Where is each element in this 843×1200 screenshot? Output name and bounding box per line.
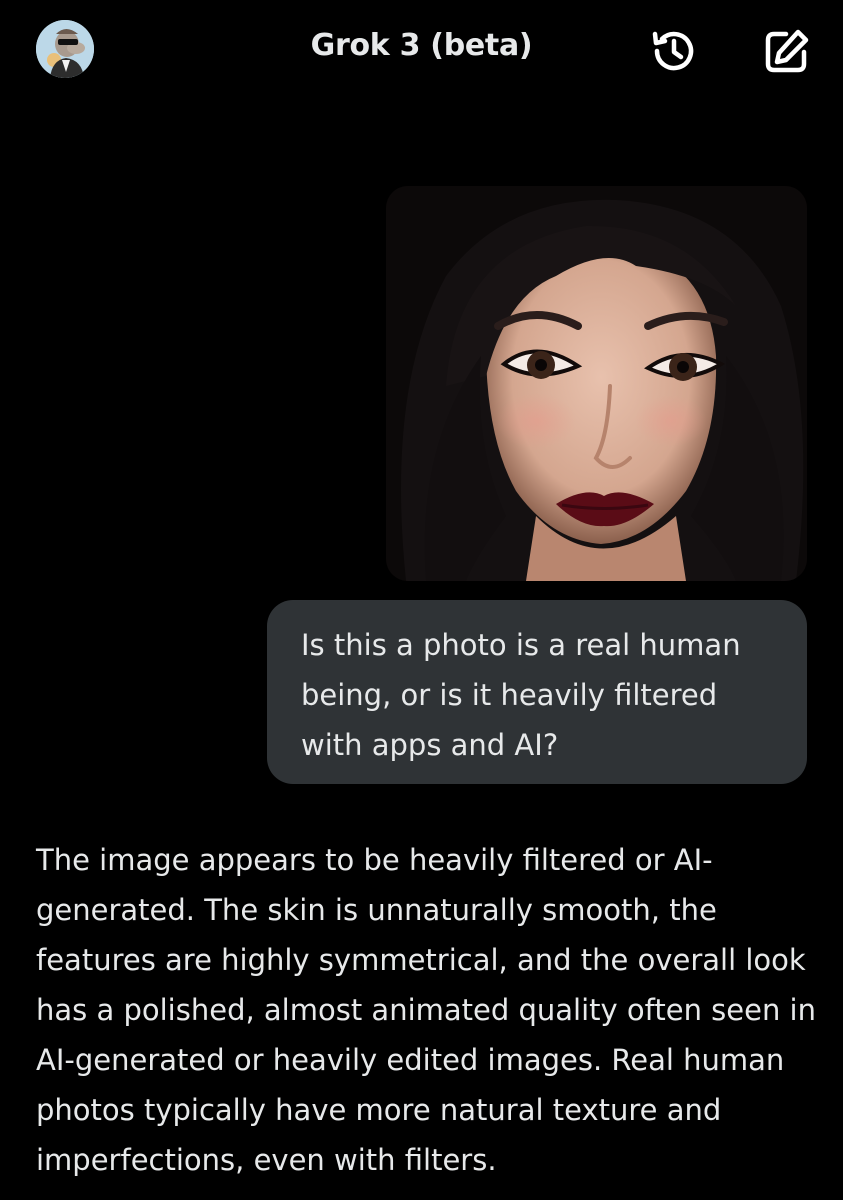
portrait-photo — [386, 186, 807, 581]
page-title: Grok 3 (beta) — [310, 28, 533, 63]
user-message-text: Is this a photo is a real human being, o… — [301, 628, 741, 762]
assistant-message-text: The image appears to be heavily filtered… — [36, 843, 816, 1177]
new-chat-button[interactable] — [762, 26, 812, 76]
attached-photo[interactable] — [386, 186, 807, 581]
top-bar: Grok 3 (beta) — [0, 0, 843, 110]
history-button[interactable] — [649, 26, 699, 76]
user-message-bubble: Is this a photo is a real human being, o… — [267, 600, 807, 784]
history-icon — [652, 31, 694, 71]
edit-icon — [765, 29, 809, 73]
assistant-message: The image appears to be heavily filtered… — [36, 835, 821, 1185]
